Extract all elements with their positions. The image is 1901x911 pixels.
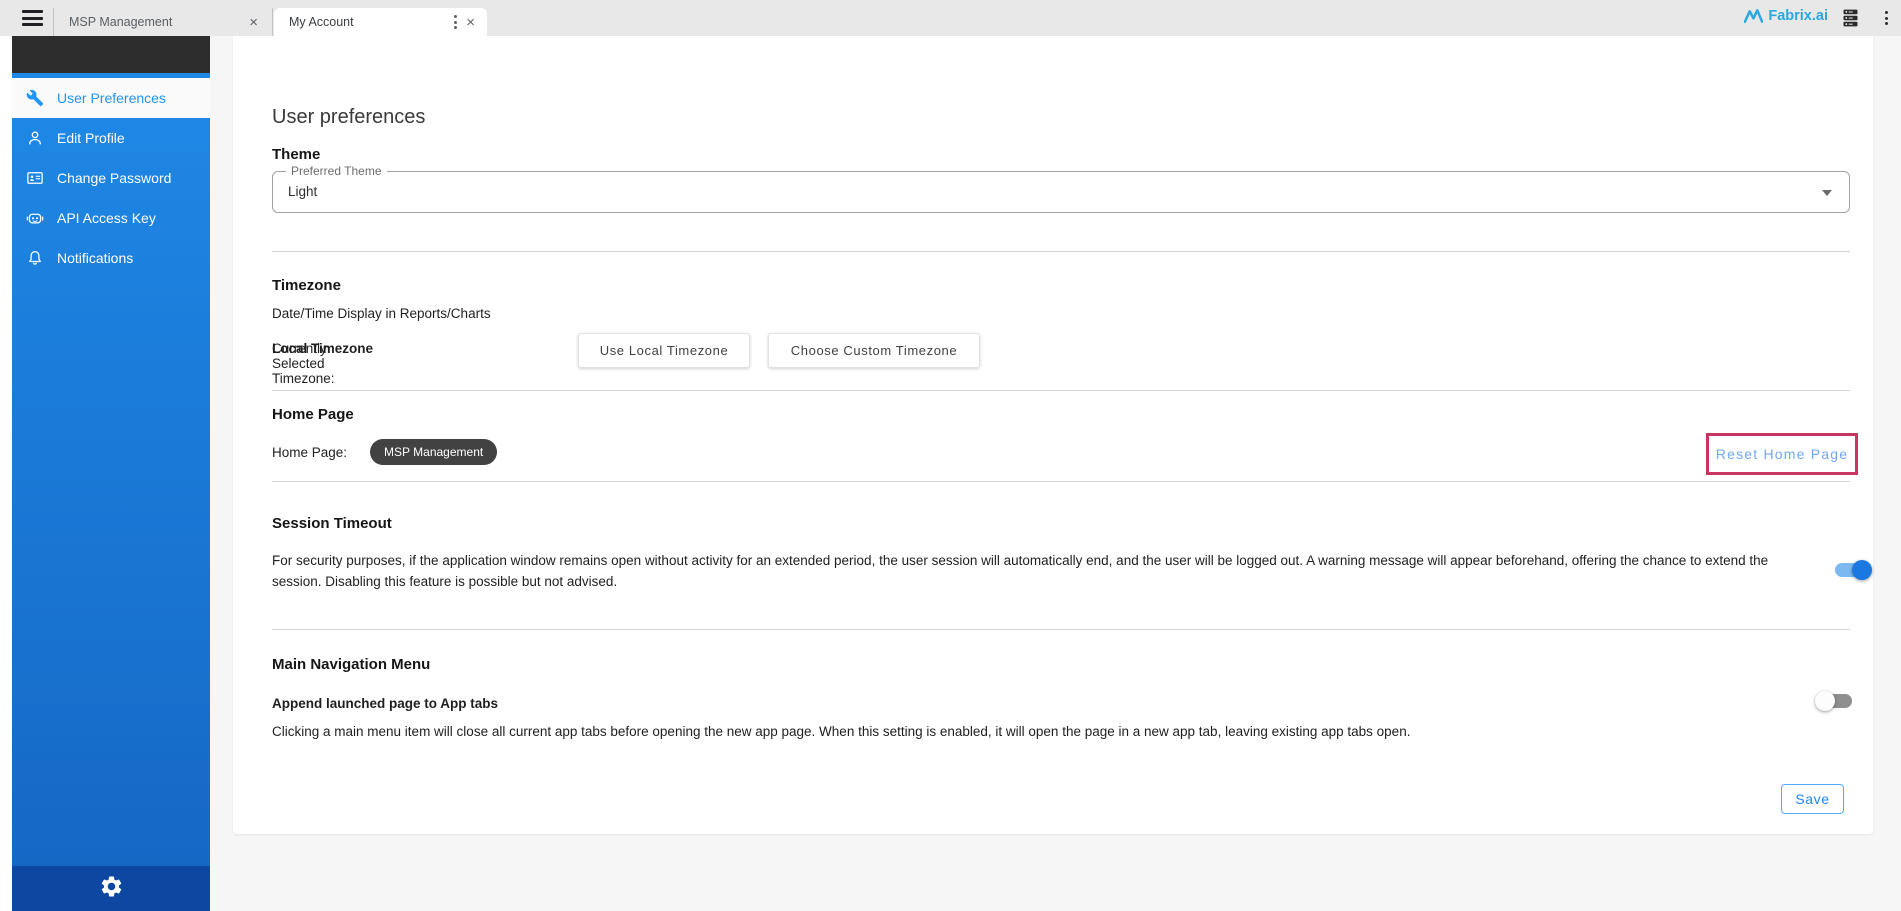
top-bar: MSP Management × My Account × Fabrix.ai — [0, 0, 1901, 36]
close-icon[interactable]: × — [462, 15, 479, 30]
tab-label: MSP Management — [69, 15, 245, 29]
append-page-toggle[interactable] — [1815, 691, 1855, 711]
save-button[interactable]: Save — [1781, 784, 1844, 814]
divider — [272, 629, 1850, 630]
tab-options-kebab-icon[interactable] — [448, 14, 462, 30]
preferred-theme-select[interactable]: Preferred Theme Light — [272, 171, 1850, 213]
session-timeout-heading: Session Timeout — [272, 515, 392, 532]
timezone-current-label: Currently Selected Timezone: — [272, 341, 373, 386]
server-stack-icon[interactable] — [1842, 9, 1859, 32]
sidebar: User Preferences Edit Profile — [12, 36, 210, 866]
left-edge-strip — [0, 36, 12, 911]
sidebar-item-label: Change Password — [57, 170, 171, 186]
tab-label: My Account — [289, 15, 448, 29]
chevron-down-icon — [1822, 190, 1832, 196]
timezone-heading: Timezone — [272, 277, 341, 294]
annotation-highlight-box: Reset Home Page — [1706, 433, 1858, 475]
home-page-label: Home Page: — [272, 445, 347, 460]
content-card: User preferences Theme Preferred Theme L… — [233, 36, 1873, 834]
brand-name: Fabrix.ai — [1768, 8, 1828, 24]
main-nav-heading: Main Navigation Menu — [272, 656, 430, 673]
main-nav-description: Clicking a main menu item will close all… — [272, 724, 1772, 739]
page-title: User preferences — [272, 106, 425, 129]
bell-icon — [25, 248, 45, 268]
preferred-theme-value: Light — [288, 184, 317, 199]
home-page-chip: MSP Management — [370, 439, 497, 465]
hamburger-menu-icon[interactable] — [22, 10, 43, 26]
preferred-theme-label: Preferred Theme — [286, 164, 387, 178]
tab-my-account[interactable]: My Account × — [274, 8, 487, 36]
home-page-row: Home Page: MSP Management — [272, 439, 872, 465]
sidebar-item-label: Notifications — [57, 250, 133, 266]
sidebar-item-notifications[interactable]: Notifications — [12, 238, 210, 278]
sidebar-item-change-password[interactable]: Change Password — [12, 158, 210, 198]
sidebar-item-edit-profile[interactable]: Edit Profile — [12, 118, 210, 158]
more-options-kebab-icon[interactable] — [1879, 10, 1893, 26]
divider — [272, 481, 1850, 482]
sidebar-footer — [12, 866, 210, 911]
timezone-current: Currently Selected Timezone: Local Timez… — [272, 341, 373, 356]
sidebar-header-block — [12, 36, 210, 73]
fabrix-logo-icon — [1744, 9, 1763, 23]
person-icon — [25, 128, 45, 148]
settings-gear-icon[interactable] — [99, 874, 124, 904]
close-icon[interactable]: × — [245, 15, 262, 30]
wrench-icon — [25, 88, 45, 108]
reset-home-page-button[interactable]: Reset Home Page — [1716, 446, 1848, 462]
toggle-thumb — [1852, 560, 1872, 580]
id-card-icon — [25, 168, 45, 188]
sidebar-item-label: API Access Key — [57, 210, 156, 226]
brand-logo: Fabrix.ai — [1744, 8, 1828, 24]
timezone-subtitle: Date/Time Display in Reports/Charts — [272, 306, 491, 321]
sidebar-item-user-preferences[interactable]: User Preferences — [12, 78, 210, 118]
use-local-timezone-button[interactable]: Use Local Timezone — [578, 333, 750, 368]
sidebar-item-api-access-key[interactable]: API Access Key — [12, 198, 210, 238]
session-timeout-toggle[interactable] — [1832, 560, 1872, 580]
sidebar-menu: User Preferences Edit Profile — [12, 78, 210, 278]
sidebar-item-label: Edit Profile — [57, 130, 125, 146]
session-timeout-description: For security purposes, if the applicatio… — [272, 550, 1817, 592]
append-page-setting-label: Append launched page to App tabs — [272, 696, 498, 711]
tab-msp-management[interactable]: MSP Management × — [53, 8, 273, 36]
choose-custom-timezone-button[interactable]: Choose Custom Timezone — [768, 333, 980, 368]
divider — [272, 390, 1850, 391]
home-page-heading: Home Page — [272, 406, 354, 423]
toggle-thumb — [1815, 691, 1835, 711]
theme-heading: Theme — [272, 146, 320, 163]
sidebar-item-label: User Preferences — [57, 90, 166, 106]
robot-icon — [25, 208, 45, 228]
divider — [272, 251, 1850, 252]
